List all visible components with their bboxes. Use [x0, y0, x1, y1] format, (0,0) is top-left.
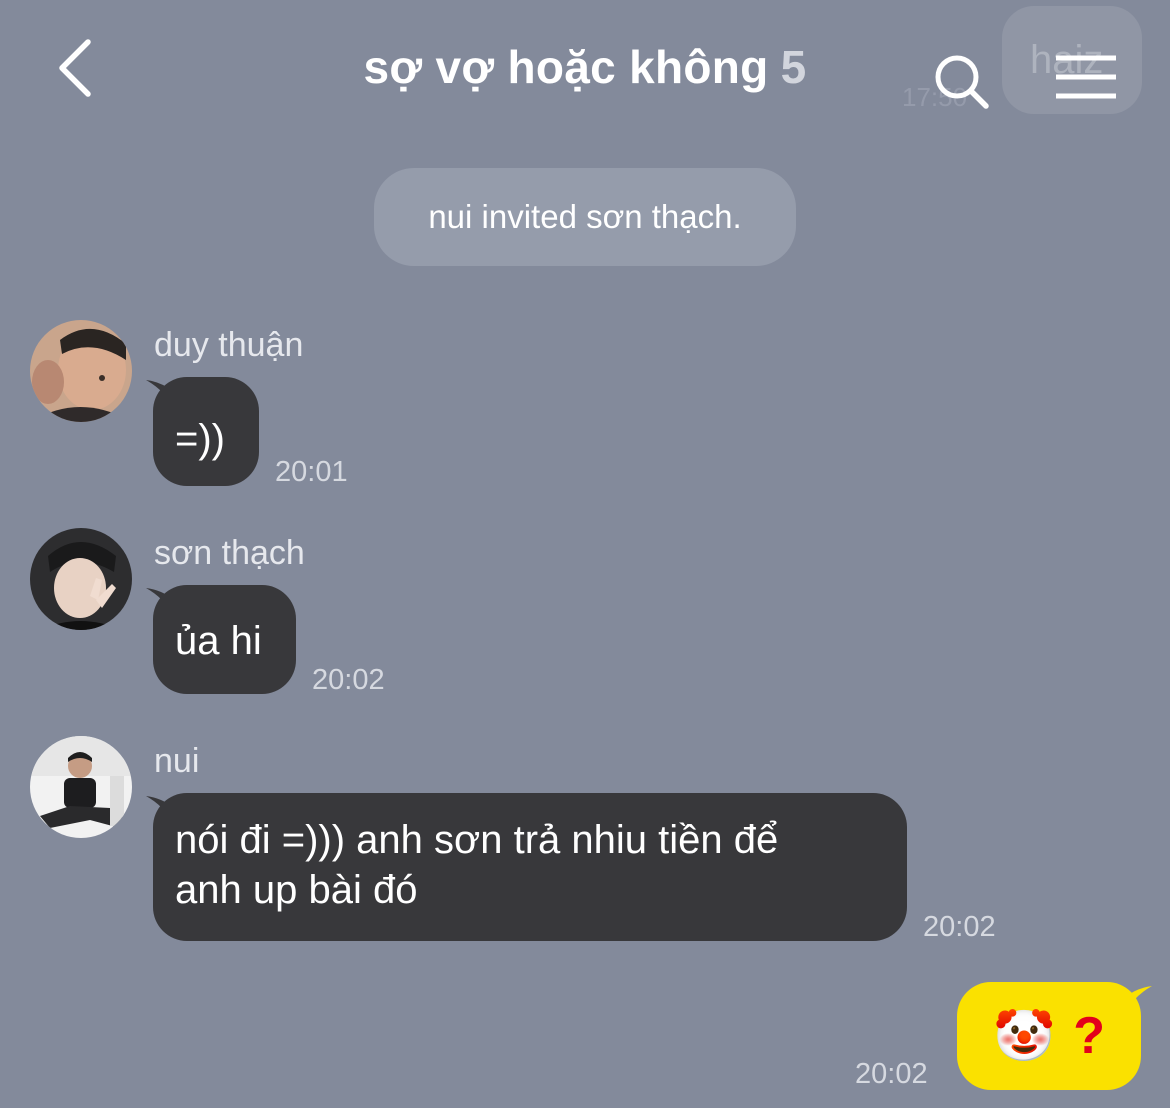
- message-text: ủa hi: [175, 619, 262, 663]
- avatar-nui[interactable]: [30, 736, 132, 838]
- sender-name: sơn thạch: [154, 534, 305, 572]
- system-message-text: nui invited sơn thạch.: [428, 198, 742, 235]
- group-name: sợ vợ hoặc không: [363, 41, 769, 93]
- question-mark: ?: [1073, 1007, 1106, 1065]
- bubble-tail: [1124, 986, 1152, 1014]
- message-bubble[interactable]: nói đi =))) anh sơn trả nhiu tiền để anh…: [153, 793, 907, 941]
- chat-header: sợ vợ hoặc không 5: [0, 0, 1170, 140]
- profile-photo-icon: [30, 528, 132, 630]
- search-button[interactable]: [930, 50, 994, 114]
- sender-name: nui: [154, 742, 200, 780]
- hamburger-menu-icon: [1056, 55, 1116, 99]
- message-time: 20:02: [312, 664, 385, 696]
- member-count: 5: [780, 41, 807, 93]
- sender-name: duy thuận: [154, 326, 304, 364]
- menu-button[interactable]: [1050, 50, 1124, 106]
- profile-photo-icon: [30, 736, 132, 838]
- message-text-line: anh up bài đó: [175, 868, 418, 912]
- my-message-time: 20:02: [855, 1058, 928, 1090]
- message-time: 20:02: [923, 911, 996, 943]
- message-time: 20:01: [275, 456, 348, 488]
- avatar-duy-thuan[interactable]: [30, 320, 132, 422]
- message-text: =)): [175, 417, 225, 461]
- avatar-son-thach[interactable]: [30, 528, 132, 630]
- profile-photo-icon: [30, 320, 132, 422]
- message-bubble[interactable]: =)): [153, 377, 259, 486]
- search-icon: [935, 55, 989, 109]
- system-message: nui invited sơn thạch.: [374, 168, 796, 266]
- chat-title: sợ vợ hoặc không 5: [0, 40, 1170, 94]
- message-text-line: nói đi =))) anh sơn trả nhiu tiền để: [175, 818, 779, 862]
- message-bubble[interactable]: ủa hi: [153, 585, 296, 694]
- clown-face-emoji: 🤡: [992, 1008, 1056, 1064]
- my-message-bubble[interactable]: 🤡 ?: [957, 982, 1141, 1090]
